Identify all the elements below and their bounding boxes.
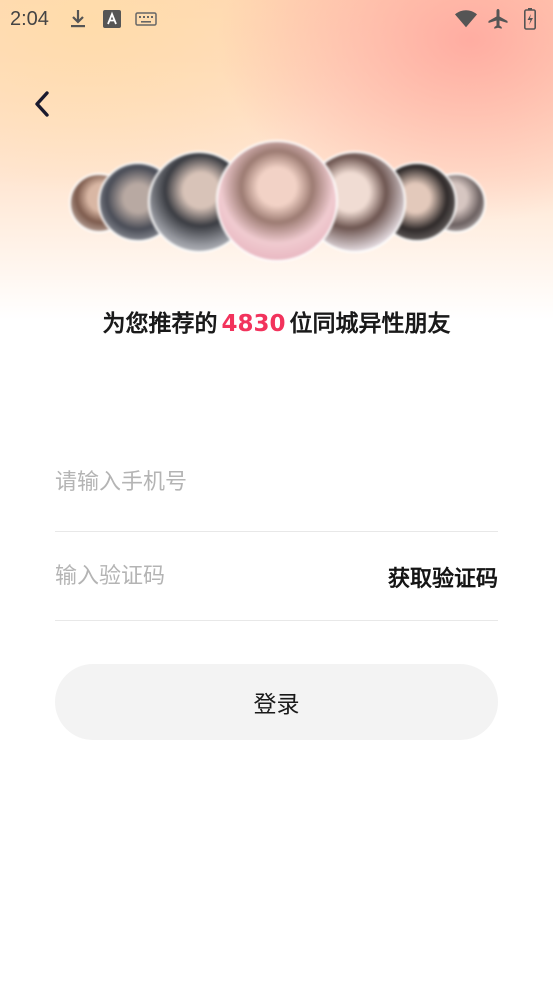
phone-field xyxy=(55,434,498,532)
headline-prefix: 为您推荐的 xyxy=(102,311,218,337)
download-icon xyxy=(67,8,89,30)
verification-code-input[interactable] xyxy=(55,564,388,589)
code-field: 获取验证码 xyxy=(55,533,498,621)
recommendation-headline: 为您推荐的 4830 位同城异性朋友 xyxy=(0,304,553,338)
font-a-icon xyxy=(101,8,123,30)
phone-input[interactable] xyxy=(55,470,498,495)
headline-suffix: 位同城异性朋友 xyxy=(289,311,451,337)
keyboard-icon xyxy=(135,8,157,30)
airplane-icon xyxy=(487,8,509,30)
status-bar: 2:04 xyxy=(0,0,553,38)
battery-icon xyxy=(519,8,541,30)
wifi-icon xyxy=(455,8,477,30)
recommended-avatars xyxy=(0,140,553,265)
get-code-button[interactable]: 获取验证码 xyxy=(388,561,498,593)
status-time: 2:04 xyxy=(10,7,49,30)
chevron-left-icon xyxy=(35,91,49,117)
login-button[interactable]: 登录 xyxy=(55,664,498,740)
avatar xyxy=(216,140,338,262)
recommendation-count: 4830 xyxy=(221,311,286,337)
back-button[interactable] xyxy=(24,86,60,122)
